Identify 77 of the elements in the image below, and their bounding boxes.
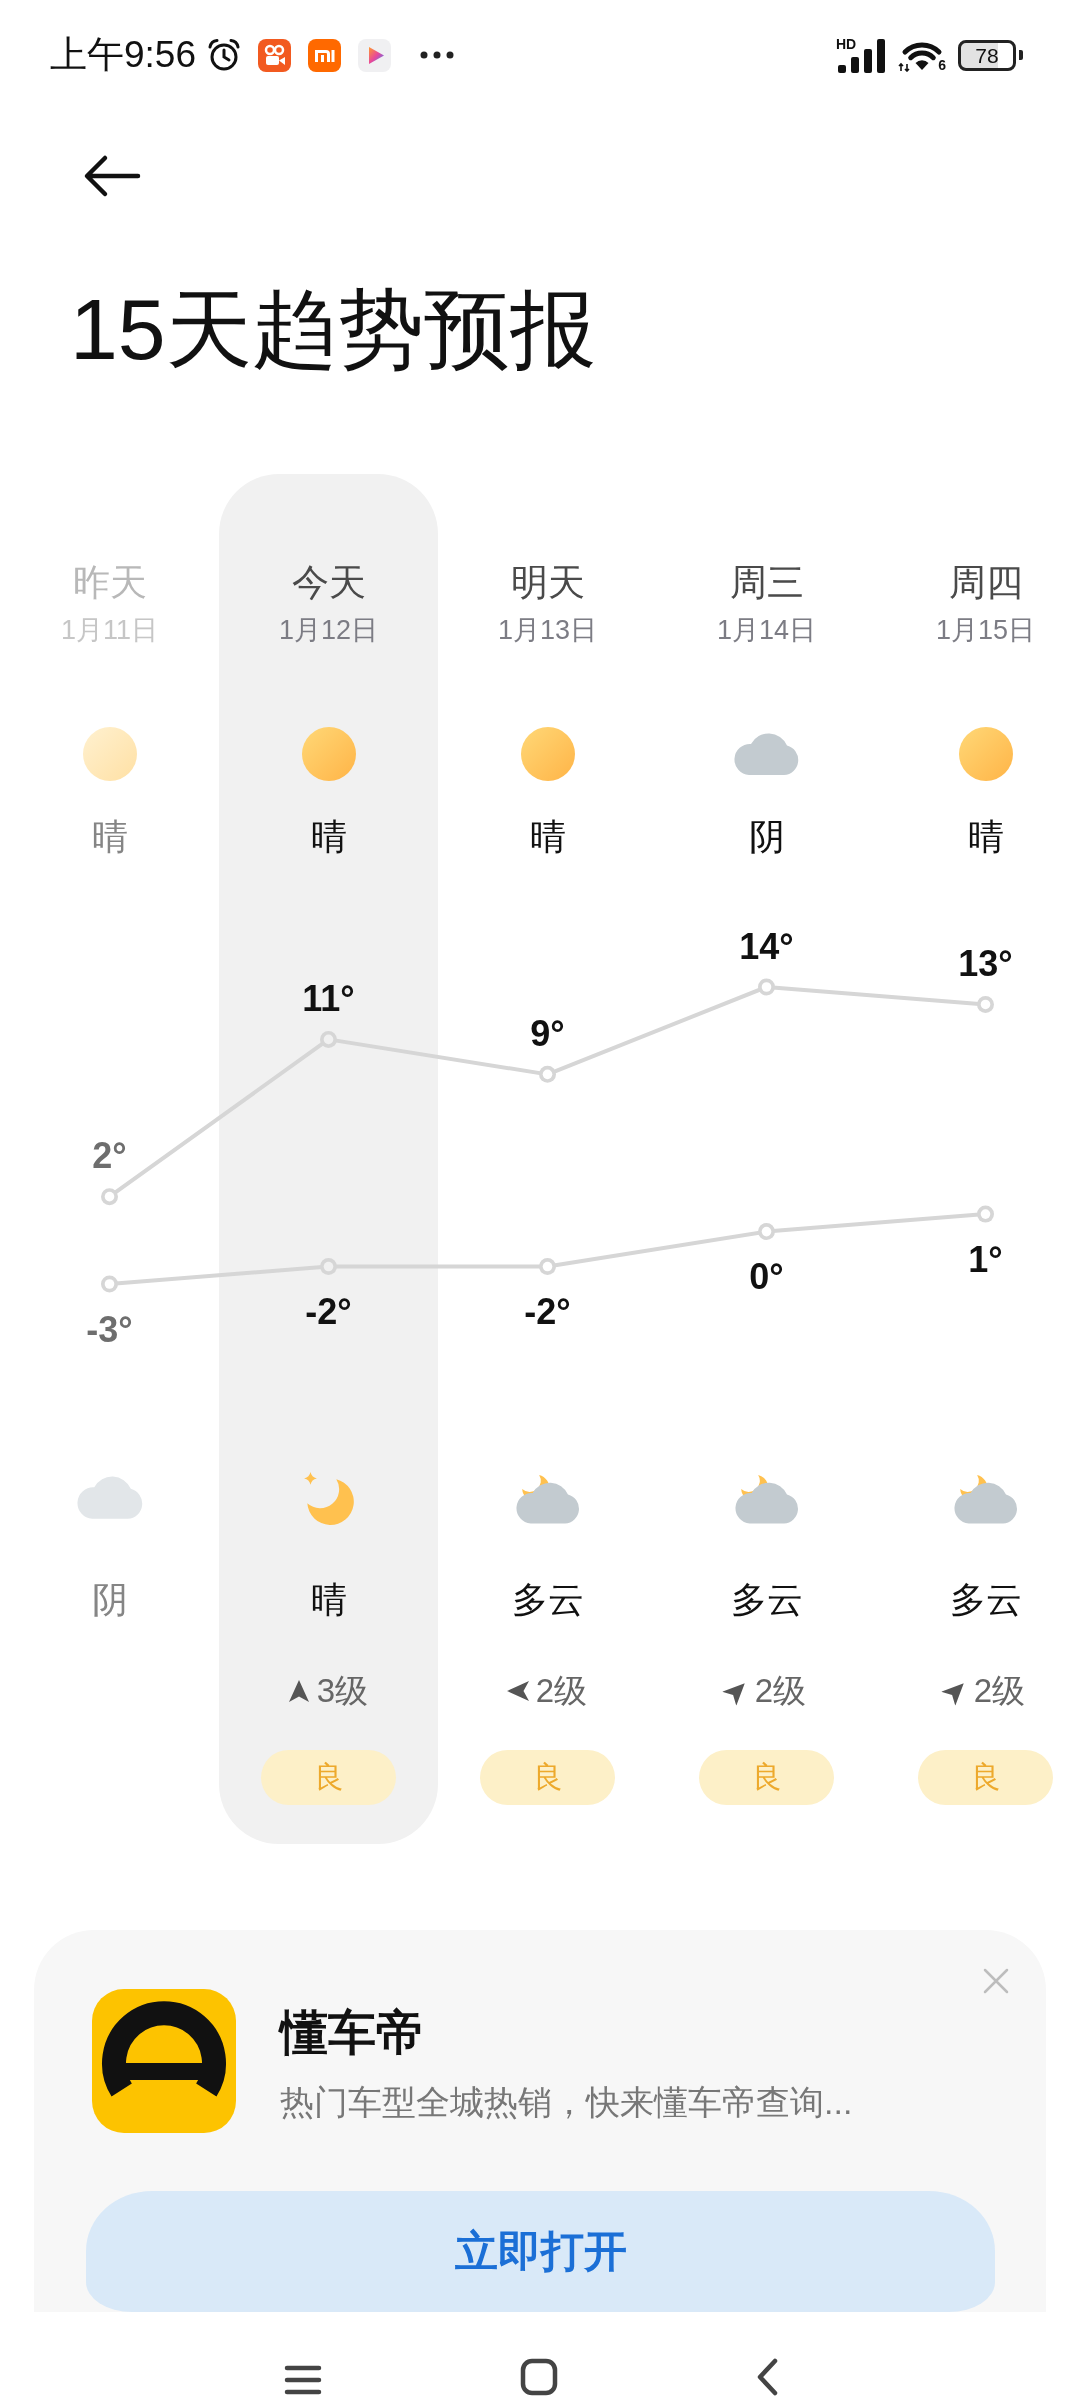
sun-icon xyxy=(82,727,137,781)
temperature-point xyxy=(320,1258,337,1276)
temperature-label: 11° xyxy=(302,977,355,1019)
day-condition: 阴 xyxy=(748,815,785,859)
wind-level: 2级 xyxy=(973,1671,1026,1711)
play-app-icon xyxy=(358,38,391,72)
status-time: 上午9:56 xyxy=(50,33,196,77)
night-condition: 多云 xyxy=(949,1578,1022,1622)
app-icon xyxy=(308,38,341,72)
day-condition: 晴 xyxy=(310,815,347,859)
air-quality-badge: 良 xyxy=(699,1750,834,1805)
air-quality-badge: 良 xyxy=(480,1750,615,1805)
sun-icon xyxy=(520,727,575,781)
menu-icon[interactable] xyxy=(284,2364,322,2396)
air-quality-badge: 良 xyxy=(918,1750,1053,1805)
video-camera-app-icon xyxy=(258,38,291,72)
temperature-point xyxy=(977,995,994,1013)
day-condition: 晴 xyxy=(529,815,566,859)
moon-behind-cloud-icon xyxy=(515,1472,580,1524)
day-name[interactable]: 今天 xyxy=(291,561,366,605)
network-type-label: HD xyxy=(836,37,857,51)
battery-indicator: 78 xyxy=(958,39,1023,71)
temperature-label: 13° xyxy=(958,942,1013,984)
temperature-label: -2° xyxy=(524,1291,571,1333)
day-date: 1月11日 xyxy=(60,614,158,647)
crescent-moon-icon xyxy=(302,1470,355,1526)
cloud-icon xyxy=(734,732,799,776)
wind-level: 2级 xyxy=(535,1671,588,1711)
temperature-point xyxy=(539,1065,556,1083)
signal-icon xyxy=(838,39,886,73)
temperature-label: -2° xyxy=(305,1291,352,1333)
open-button[interactable]: 立即打开 xyxy=(86,2191,995,2312)
day-date: 1月14日 xyxy=(716,614,817,647)
day-date: 1月13日 xyxy=(497,614,598,647)
moon-behind-cloud-icon xyxy=(953,1472,1018,1524)
temperature-point xyxy=(101,1188,118,1206)
day-name[interactable]: 明天 xyxy=(510,561,585,605)
temperature-label: 14° xyxy=(739,925,794,967)
page-title: 15天趋势预报 xyxy=(70,280,596,379)
wind-level: 2级 xyxy=(754,1671,807,1711)
night-condition: 多云 xyxy=(730,1578,803,1622)
night-condition: 多云 xyxy=(511,1578,584,1622)
day-date: 1月15日 xyxy=(935,614,1036,647)
temperature-label: 1° xyxy=(968,1238,1003,1280)
more-icon xyxy=(420,51,454,59)
temperature-label: -3° xyxy=(86,1308,133,1350)
day-condition: 晴 xyxy=(967,815,1004,859)
wind-level: 3级 xyxy=(316,1671,369,1711)
app-description: 热门车型全城热销，快来懂车帝查询... xyxy=(280,2082,853,2123)
alarm-clock-icon xyxy=(206,37,242,73)
wifi-icon xyxy=(898,41,944,72)
day-date: 1月12日 xyxy=(278,614,379,647)
sun-icon xyxy=(958,727,1013,781)
moon-behind-cloud-icon xyxy=(734,1472,799,1524)
back-icon[interactable] xyxy=(83,154,141,198)
day-condition: 晴 xyxy=(91,815,128,859)
wifi-standard-label: 6 xyxy=(938,58,946,72)
temperature-point xyxy=(539,1258,556,1276)
app-logo-icon xyxy=(92,1989,236,2133)
home-icon[interactable] xyxy=(520,2358,558,2396)
temperature-point xyxy=(758,1223,775,1241)
temperature-point xyxy=(977,1205,994,1223)
back-icon[interactable] xyxy=(756,2358,778,2396)
air-quality-badge: 良 xyxy=(261,1750,396,1805)
day-name[interactable]: 周三 xyxy=(729,561,804,605)
temperature-point xyxy=(758,978,775,996)
day-name[interactable]: 周四 xyxy=(948,561,1023,605)
night-condition: 阴 xyxy=(91,1578,128,1622)
temperature-point xyxy=(320,1030,337,1048)
sun-icon xyxy=(301,727,356,781)
cloud-icon xyxy=(76,1476,143,1520)
app-name: 懂车帝 xyxy=(280,2005,424,2061)
night-condition: 晴 xyxy=(310,1578,347,1622)
temperature-label: 2° xyxy=(92,1135,127,1177)
temperature-label: 9° xyxy=(530,1012,565,1054)
temperature-point xyxy=(101,1275,118,1293)
temperature-label: 0° xyxy=(749,1256,784,1298)
